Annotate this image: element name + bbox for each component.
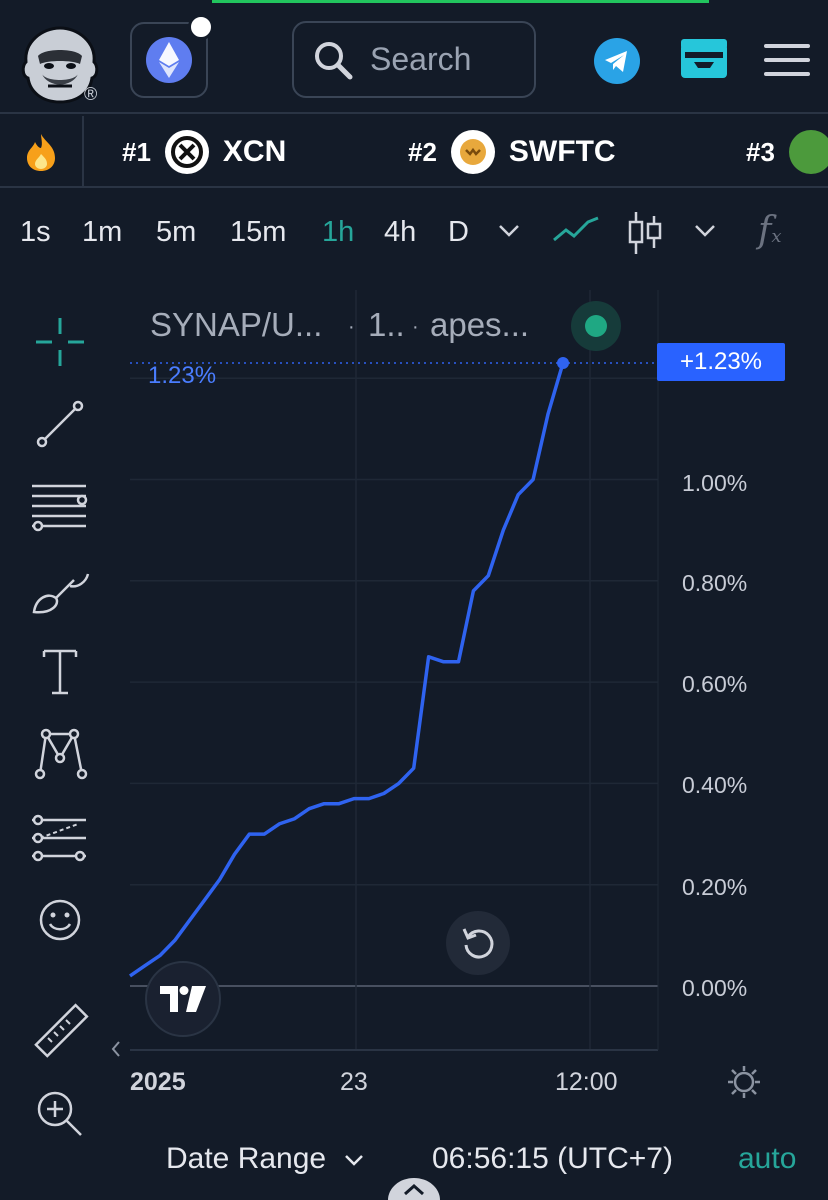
reset-chart-button[interactable] [446, 911, 510, 975]
trending-symbol: XCN [222, 135, 287, 168]
trending-symbol: SWFTC [508, 135, 616, 168]
auto-scale-toggle[interactable]: auto [738, 1142, 796, 1176]
top-bar: ® Search [0, 0, 828, 114]
last-value-badge: +1.23% [657, 343, 785, 381]
fire-icon [27, 134, 55, 171]
search-placeholder: Search [370, 41, 472, 77]
legend-separator: · [348, 316, 355, 338]
trending-rank: #1 [122, 136, 151, 167]
chevron-down-icon[interactable] [498, 224, 520, 238]
chevron-down-icon [345, 1155, 364, 1166]
trending-item-1[interactable]: #1 XCN [122, 116, 286, 188]
chevron-down-icon[interactable] [694, 224, 716, 238]
notification-dot [188, 14, 214, 40]
status-dot [585, 315, 607, 337]
timeframe-1s[interactable]: 1s [20, 216, 51, 249]
timeframe-1h[interactable]: 1h [322, 216, 354, 249]
trending-coin-3-icon [788, 130, 828, 174]
timeframe-5m[interactable]: 5m [156, 216, 196, 249]
trending-item-2[interactable]: #2 SWFTC [408, 116, 616, 188]
search-input[interactable]: Search [292, 21, 536, 98]
tradingview-icon [160, 986, 206, 1012]
trending-item-3[interactable]: #3 [746, 116, 828, 188]
y-tick-label: 0.80% [682, 570, 748, 596]
clock-display[interactable]: 06:56:15 (UTC+7) [432, 1142, 673, 1176]
reset-icon [462, 928, 494, 959]
chart-legend-interval: 1.. [368, 306, 405, 343]
trending-rank: #2 [408, 136, 437, 167]
registered-mark: ® [84, 84, 98, 104]
loading-progress-bar [212, 0, 709, 3]
last-point-marker [557, 357, 569, 370]
y-tick-label: 1.00% [682, 470, 748, 496]
x-tick-label: 2025 [130, 1068, 186, 1096]
trending-fire-button[interactable] [0, 116, 84, 188]
swftc-coin-icon [450, 130, 495, 174]
telegram-icon[interactable] [594, 38, 640, 84]
x-tick-label: 23 [340, 1068, 368, 1096]
fx-label: f [758, 210, 772, 251]
y-tick-label: 0.60% [682, 671, 748, 697]
last-value-label: 1.23% [148, 362, 217, 389]
y-tick-label: 0.40% [682, 772, 748, 798]
x-tick-label: 12:00 [555, 1068, 618, 1096]
ape-logo-icon[interactable]: ® [18, 22, 102, 106]
trending-rank: #3 [746, 136, 775, 167]
line-chart-type-icon[interactable] [552, 214, 600, 244]
date-range-label: Date Range [166, 1142, 327, 1175]
legend-separator: · [412, 316, 419, 338]
ethereum-icon [146, 37, 192, 83]
tradingview-logo[interactable] [145, 961, 221, 1037]
y-tick-label: 0.20% [682, 874, 748, 900]
y-tick-label: 0.00% [682, 975, 748, 1001]
timeframe-1m[interactable]: 1m [82, 216, 122, 249]
timeframe-4h[interactable]: 4h [384, 216, 416, 249]
wallet-icon[interactable] [680, 38, 728, 85]
xcn-coin-icon [164, 130, 209, 174]
chart-settings-icon[interactable] [726, 1064, 762, 1100]
expand-panel-button[interactable] [388, 1178, 440, 1200]
chart-legend-source: apes... [430, 306, 530, 343]
chart-legend-pair[interactable]: SYNAP/U... [150, 306, 322, 344]
candlestick-icon[interactable] [628, 210, 662, 256]
date-range-button[interactable]: Date Range [166, 1142, 364, 1176]
chevron-up-icon [404, 1184, 424, 1196]
trending-bar: #1 XCN #2 SWFTC #3 [0, 116, 828, 188]
search-icon [315, 41, 353, 79]
timeframe-d[interactable]: D [448, 216, 469, 249]
fx-subscript-icon: x [771, 226, 782, 247]
timeframe-15m[interactable]: 15m [230, 216, 286, 249]
menu-icon[interactable] [764, 44, 810, 81]
indicators-fx-icon[interactable]: fx [758, 210, 781, 251]
market-status-dot[interactable] [571, 301, 621, 351]
